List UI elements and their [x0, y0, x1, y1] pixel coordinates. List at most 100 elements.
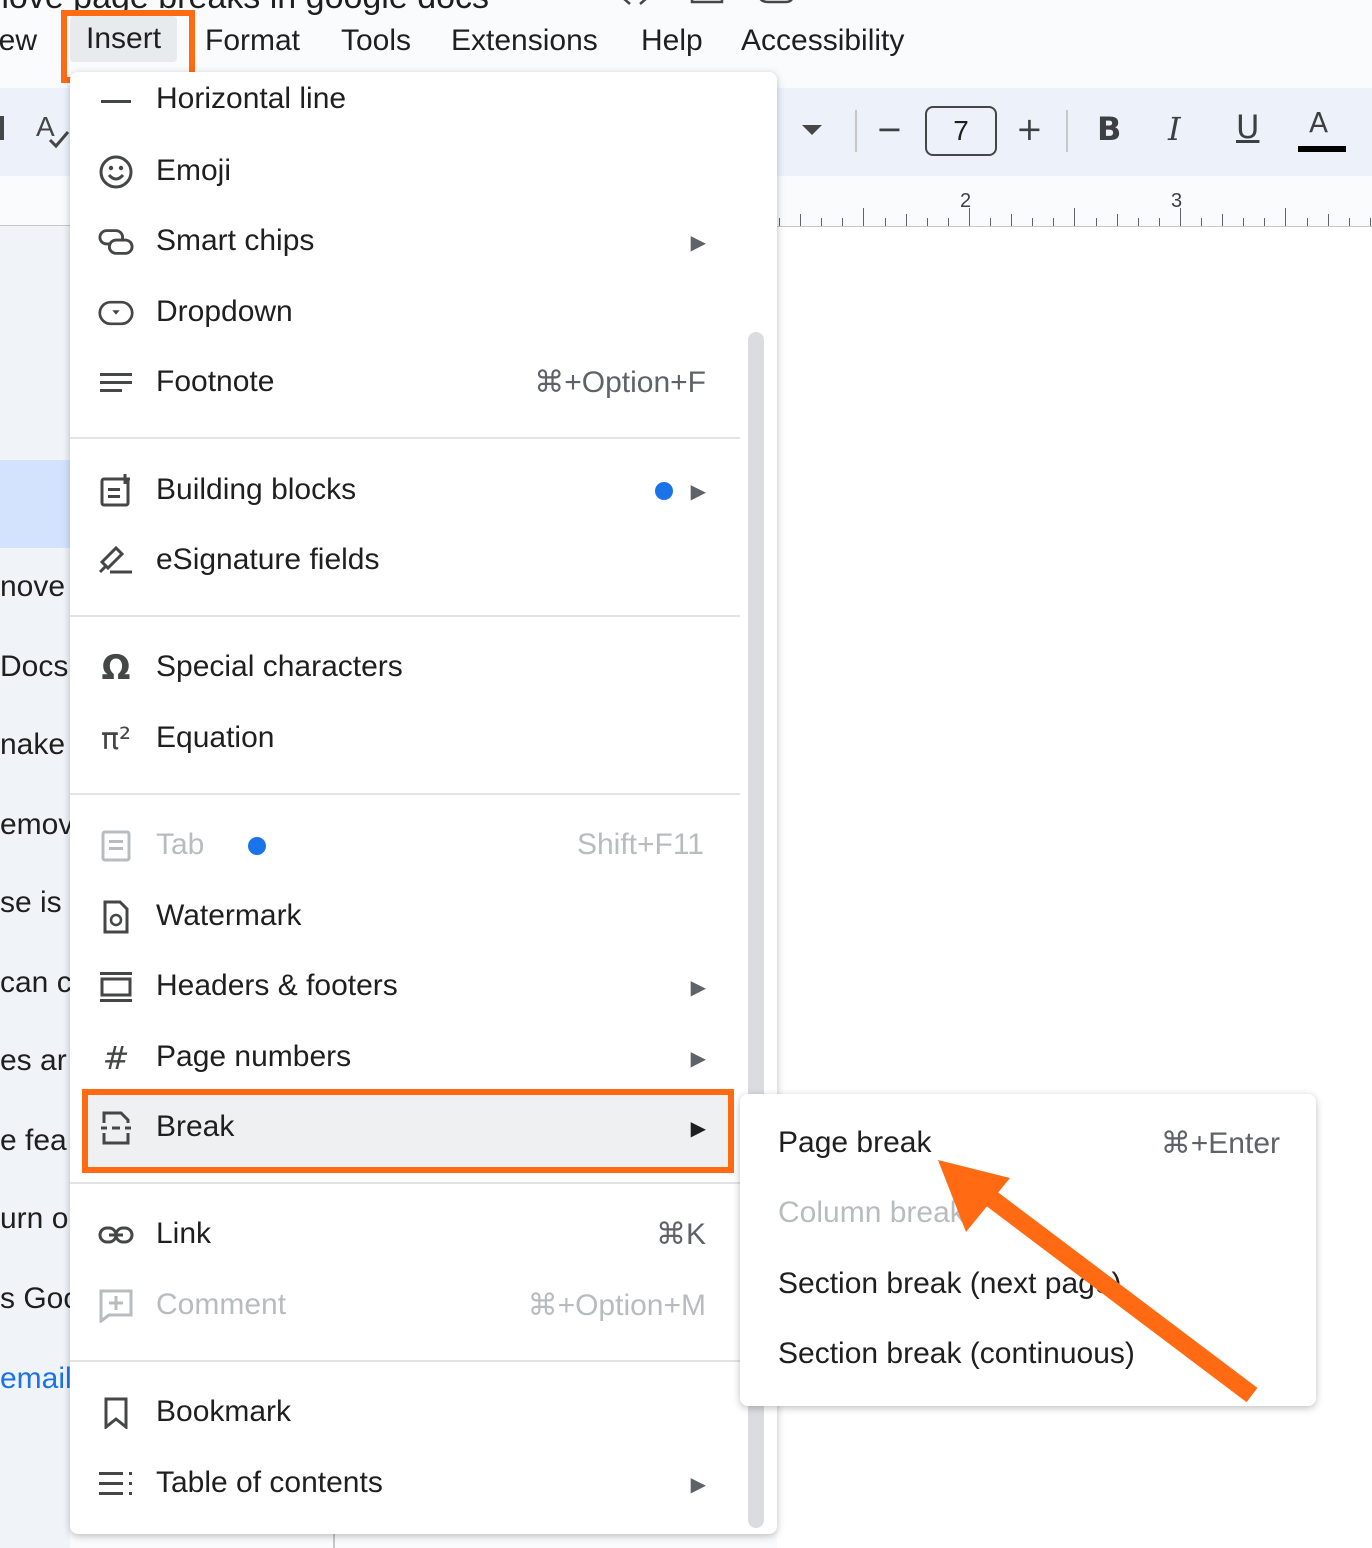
omega-icon: Ω: [101, 648, 131, 688]
ruler-tick: [1074, 208, 1076, 226]
menu-item-shortcut: ⌘K: [655, 1218, 706, 1251]
selected-text-highlight: [0, 460, 70, 548]
ruler-tick: [1369, 218, 1371, 226]
doc-text-fragment: e fea: [0, 1124, 67, 1157]
menu-item-horizontal-line[interactable]: Horizontal line: [70, 72, 750, 132]
font-size-input[interactable]: 7: [925, 106, 997, 156]
doc-text-fragment: Docs: [0, 650, 69, 683]
ruler-tick: [1011, 214, 1013, 226]
menu-item-building-blocks[interactable]: Building blocks ▶: [70, 461, 750, 521]
underline-button[interactable]: U: [1236, 108, 1259, 146]
break-callout-box: [82, 1089, 734, 1173]
menu-accessibility[interactable]: Accessibility: [741, 24, 904, 58]
ruler-tick: [1095, 218, 1097, 226]
menu-item-label: Headers & footers: [156, 969, 398, 1002]
menu-item-emoji[interactable]: Emoji: [70, 142, 750, 202]
menu-item-label: Equation: [156, 721, 275, 754]
horizontal-ruler[interactable]: 2 3: [777, 176, 1372, 227]
menu-item-label: Horizontal line: [156, 82, 347, 115]
page-edge: [333, 1534, 335, 1548]
tab-icon: [98, 828, 134, 864]
menu-item-label: Footnote: [156, 365, 275, 398]
ruler-tick: [1306, 218, 1308, 226]
bold-button[interactable]: B: [1097, 110, 1121, 148]
ruler-tick: [968, 208, 970, 226]
submenu-arrow-icon: ▶: [690, 232, 706, 254]
ruler-tick: [1201, 218, 1202, 226]
menu-item-footnote[interactable]: Footnote ⌘+Option+F: [70, 353, 750, 413]
ruler-tick: [926, 218, 928, 226]
menu-item-shortcut: Shift+F11: [576, 828, 704, 861]
ruler-tick: [863, 208, 865, 226]
menu-item-bookmark[interactable]: Bookmark: [70, 1383, 750, 1443]
doc-text-fragment: es ar: [0, 1044, 67, 1077]
doc-text-fragment: se is c: [0, 886, 70, 919]
new-feature-dot: [655, 482, 673, 500]
menu-item-shortcut: ⌘+Option+F: [534, 366, 706, 399]
annotation-arrow-icon: [938, 1160, 1258, 1403]
footnote-icon: [98, 365, 134, 401]
ruler-tick: [821, 218, 823, 226]
menu-item-label: Dropdown: [156, 295, 293, 328]
cloud-status-icon[interactable]: [756, 0, 793, 8]
menu-tools[interactable]: Tools: [341, 24, 411, 58]
menu-item-headers-footers[interactable]: Headers & footers ▶: [70, 957, 750, 1017]
submenu-item-page-break[interactable]: Page break: [778, 1126, 931, 1160]
ruler-tick: [1158, 218, 1160, 226]
decrease-font-size-button[interactable]: −: [876, 110, 903, 148]
menu-item-special-characters[interactable]: Ω Special characters: [70, 638, 750, 698]
menu-separator: [70, 437, 740, 439]
ruler-tick: [842, 218, 844, 226]
insert-menu: Horizontal line Emoji Smart chips ▶ Drop…: [70, 72, 777, 1534]
spellcheck-icon[interactable]: A: [36, 110, 70, 155]
menu-item-tab: Tab Shift+F11: [70, 816, 750, 876]
menu-item-label: eSignature fields: [156, 543, 380, 576]
submenu-arrow-icon: ▶: [690, 977, 706, 999]
menu-format[interactable]: Format: [205, 24, 300, 58]
doc-text-fragment: nake: [0, 728, 66, 761]
menu-separator: [70, 793, 740, 795]
menu-item-label: Comment: [156, 1288, 287, 1321]
menu-item-equation[interactable]: π² Equation: [70, 709, 750, 769]
smart-chips-icon: [98, 224, 134, 260]
new-feature-dot: [248, 837, 266, 855]
move-icon[interactable]: [690, 0, 724, 8]
doc-text-fragment: s Goo: [0, 1282, 70, 1315]
ruler-tick: [1243, 218, 1245, 226]
horizontal-line-icon: [98, 84, 134, 120]
ruler-tick: [1137, 218, 1139, 226]
ruler-tick: [1032, 218, 1034, 226]
menu-view[interactable]: iew: [0, 24, 37, 58]
menu-item-label: Tab: [156, 828, 205, 861]
doc-link-fragment[interactable]: emails: [0, 1362, 70, 1396]
menu-item-esignature-fields[interactable]: eSignature fields: [70, 531, 750, 591]
menu-help[interactable]: Help: [641, 24, 703, 58]
menu-item-dropdown[interactable]: Dropdown: [70, 283, 750, 343]
font-dropdown-chevron-icon[interactable]: [802, 124, 822, 142]
link-icon: [98, 1217, 134, 1253]
menu-item-label: Special characters: [156, 650, 403, 683]
menu-item-page-numbers[interactable]: # Page numbers ▶: [70, 1028, 750, 1088]
italic-button[interactable]: I: [1168, 110, 1181, 148]
menu-item-watermark[interactable]: Watermark: [70, 887, 750, 947]
text-color-button[interactable]: A: [1309, 106, 1328, 139]
submenu-arrow-icon: ▶: [690, 1048, 706, 1070]
menu-item-smart-chips[interactable]: Smart chips ▶: [70, 212, 750, 272]
increase-font-size-button[interactable]: +: [1016, 110, 1043, 148]
ruler-tick: [884, 218, 886, 226]
menu-extensions[interactable]: Extensions: [451, 24, 598, 58]
menu-item-table-of-contents[interactable]: Table of contents ▶: [70, 1454, 750, 1514]
menu-item-label: Smart chips: [156, 224, 315, 257]
bookmark-icon: [98, 1395, 134, 1431]
menu-item-link[interactable]: Link ⌘K: [70, 1205, 750, 1265]
ruler-tick: [1222, 214, 1224, 226]
esignature-icon: [98, 543, 134, 579]
menu-item-label: Building blocks: [156, 473, 357, 506]
submenu-arrow-icon: ▶: [690, 481, 706, 503]
star-icon[interactable]: [620, 0, 650, 8]
menu-item-shortcut: ⌘+Option+M: [527, 1289, 706, 1322]
ruler-tick: [1264, 218, 1266, 226]
toolbar-partial-icon: [0, 116, 4, 140]
ruler-tick: [905, 214, 907, 226]
doc-text-fragment: emov: [0, 808, 70, 841]
